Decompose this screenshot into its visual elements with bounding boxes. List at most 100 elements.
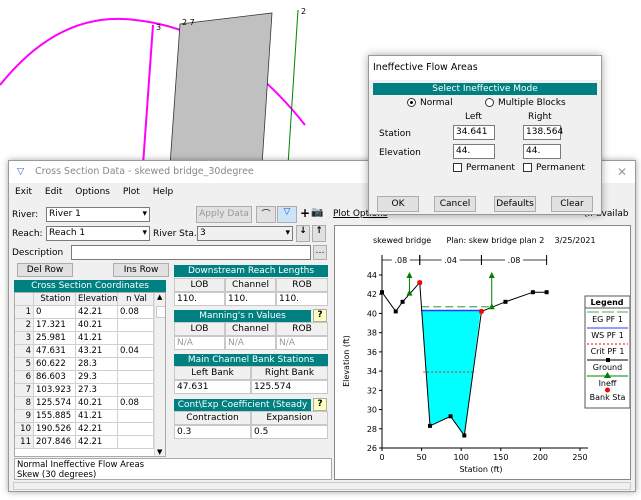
- row-number: 5: [15, 358, 34, 371]
- expansion-field[interactable]: 0.5: [251, 425, 328, 439]
- nval-cell: [118, 436, 154, 449]
- legend-title: Legend: [590, 298, 623, 307]
- radio-normal[interactable]: Normal: [407, 98, 453, 108]
- lob-length-field[interactable]: 110.: [174, 292, 225, 306]
- col-nval[interactable]: n Val: [118, 293, 154, 306]
- menu-plot[interactable]: Plot: [123, 187, 140, 197]
- add-icon[interactable]: +: [300, 206, 310, 220]
- xs-label-2: 2: [301, 7, 306, 16]
- y-tick-label: 30: [367, 406, 377, 415]
- help-icon[interactable]: ?: [313, 398, 327, 411]
- rob-length-field[interactable]: 110.: [276, 292, 328, 306]
- close-icon[interactable]: ✕: [617, 161, 627, 183]
- permanent-right-checkbox[interactable]: Permanent: [523, 163, 585, 173]
- channel-length-field[interactable]: 110.: [225, 292, 276, 306]
- elevation-right-field[interactable]: 44.: [523, 144, 561, 159]
- status-message: Normal Ineffective Flow Areas Skew (30 de…: [14, 458, 332, 480]
- arrow-up-icon[interactable]: ↑: [312, 225, 326, 242]
- ground-point: [393, 309, 398, 314]
- cross-section-3[interactable]: [142, 24, 154, 166]
- menu-exit[interactable]: Exit: [15, 187, 32, 197]
- plot-terrain-icon[interactable]: ⌒: [256, 206, 276, 223]
- y-tick-label: 38: [367, 329, 377, 338]
- legend-entry: Bank Sta: [590, 393, 626, 402]
- elevation-cell: 27.3: [76, 384, 118, 397]
- col-station[interactable]: Station: [34, 293, 76, 306]
- y-tick-label: 26: [367, 444, 377, 453]
- elevation-cell: 29.3: [76, 371, 118, 384]
- clear-button[interactable]: Clear: [551, 196, 593, 212]
- row-number: 6: [15, 371, 34, 384]
- ellipsis-button[interactable]: …: [313, 245, 327, 260]
- lob-label: LOB: [174, 278, 225, 292]
- river-label: River:: [12, 210, 39, 220]
- station-cell: 125.574: [34, 397, 76, 410]
- arrow-down-icon[interactable]: ↓: [296, 225, 310, 242]
- station-cell: 155.885: [34, 410, 76, 423]
- col-elevation[interactable]: Elevation: [76, 293, 118, 306]
- row-number: 2: [15, 319, 34, 332]
- legend-marker: [606, 358, 610, 362]
- checkbox-icon: [453, 163, 462, 172]
- xs-label-3: 3: [156, 23, 161, 32]
- row-number: 1: [15, 306, 34, 319]
- station-cell: 25.981: [34, 332, 76, 345]
- left-bank-field[interactable]: 47.631: [174, 380, 251, 394]
- elevation-cell: 40.21: [76, 319, 118, 332]
- y-tick-label: 42: [367, 290, 377, 299]
- description-field[interactable]: [71, 245, 311, 260]
- y-tick-label: 34: [367, 367, 377, 376]
- defaults-button[interactable]: Defaults: [494, 196, 536, 212]
- row-number: 10: [15, 423, 34, 436]
- coordinates-grid[interactable]: Station Elevation n Val 1 0 42.21 0.08 2…: [14, 292, 166, 457]
- nval-cell: [118, 358, 154, 371]
- nval-cell: [118, 371, 154, 384]
- grid-scrollbar[interactable]: ▲ ▼: [154, 293, 165, 456]
- menu-options[interactable]: Options: [75, 187, 110, 197]
- contraction-label: Contraction: [174, 411, 251, 425]
- nval-cell: [118, 423, 154, 436]
- scroll-up-icon[interactable]: ▲: [157, 293, 162, 301]
- apply-data-button[interactable]: Apply Data: [196, 206, 252, 223]
- station-cell: 47.631: [34, 345, 76, 358]
- cross-section-2[interactable]: [287, 9, 299, 166]
- mannings-channel-label: Channel: [225, 322, 276, 336]
- y-tick-label: 28: [367, 425, 377, 434]
- row-number: 8: [15, 397, 34, 410]
- scroll-down-icon[interactable]: ▼: [157, 448, 162, 456]
- right-bank-field[interactable]: 125.574: [251, 380, 328, 394]
- del-row-button[interactable]: Del Row: [17, 263, 73, 277]
- bank-station-point: [478, 308, 484, 314]
- elevation-cell: 41.21: [76, 332, 118, 345]
- app-icon: ▽: [17, 166, 25, 177]
- menu-edit[interactable]: Edit: [45, 187, 62, 197]
- contraction-field[interactable]: 0.3: [174, 425, 251, 439]
- y-axis-label: Elevation (ft): [342, 335, 351, 387]
- scroll-thumb[interactable]: [156, 306, 165, 318]
- river-sta-select[interactable]: 3 ▾: [197, 226, 293, 241]
- help-icon[interactable]: ?: [313, 309, 327, 322]
- elevation-label: Elevation: [379, 148, 421, 158]
- ineff-marker: [488, 272, 495, 278]
- river-select[interactable]: River 1 ▾: [46, 207, 150, 222]
- ins-row-button[interactable]: Ins Row: [113, 263, 169, 277]
- chevron-down-icon: ▾: [142, 209, 147, 219]
- permanent-left-checkbox[interactable]: Permanent: [453, 163, 515, 173]
- station-left-field[interactable]: 34.641: [453, 125, 495, 140]
- radio-multiple-blocks[interactable]: Multiple Blocks: [485, 98, 566, 108]
- camera-icon[interactable]: 📷: [311, 207, 323, 218]
- n-value-label: .08: [394, 256, 407, 265]
- menu-help[interactable]: Help: [153, 187, 174, 197]
- nval-cell: [118, 410, 154, 423]
- water-surface-icon[interactable]: ▽: [277, 206, 297, 223]
- x-tick-label: 0: [379, 453, 384, 462]
- left-label: Left: [465, 112, 482, 122]
- cancel-button[interactable]: Cancel: [434, 196, 476, 212]
- elevation-left-field[interactable]: 44.: [453, 144, 495, 159]
- station-right-field[interactable]: 138.564: [523, 125, 563, 140]
- mannings-lob-label: LOB: [174, 322, 225, 336]
- right-label: Right: [528, 112, 552, 122]
- ok-button[interactable]: OK: [377, 196, 419, 212]
- reach-select[interactable]: Reach 1 ▾: [46, 226, 150, 241]
- x-tick-label: 100: [454, 453, 469, 462]
